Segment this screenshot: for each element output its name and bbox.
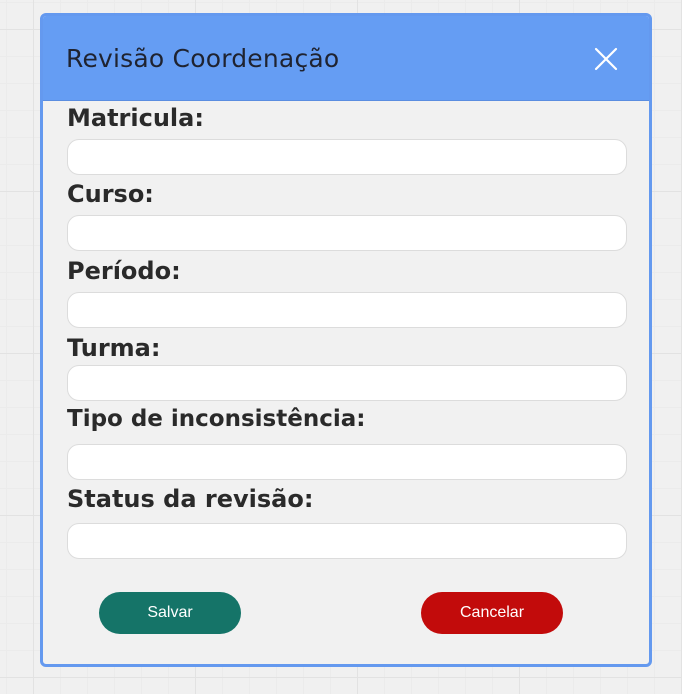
turma-label: Turma: — [67, 334, 161, 362]
turma-input[interactable] — [67, 365, 627, 401]
curso-label: Curso: — [67, 180, 154, 208]
close-icon — [594, 47, 618, 71]
revisao-dialog: Revisão Coordenação Matricula: Curso: Pe… — [40, 13, 652, 667]
periodo-input[interactable] — [67, 292, 627, 328]
tipo-inconsistencia-input[interactable] — [67, 444, 627, 480]
close-button[interactable] — [593, 46, 619, 72]
matricula-label: Matricula: — [67, 104, 204, 132]
save-button[interactable]: Salvar — [99, 592, 241, 634]
cancel-button[interactable]: Cancelar — [421, 592, 563, 634]
status-revisao-label: Status da revisão: — [67, 485, 314, 513]
dialog-header: Revisão Coordenação — [43, 16, 649, 101]
curso-input[interactable] — [67, 215, 627, 251]
status-revisao-input[interactable] — [67, 523, 627, 559]
periodo-label: Período: — [67, 257, 181, 285]
dialog-title: Revisão Coordenação — [66, 44, 340, 73]
tipo-inconsistencia-label: Tipo de inconsistência: — [67, 406, 366, 432]
matricula-input[interactable] — [67, 139, 627, 175]
